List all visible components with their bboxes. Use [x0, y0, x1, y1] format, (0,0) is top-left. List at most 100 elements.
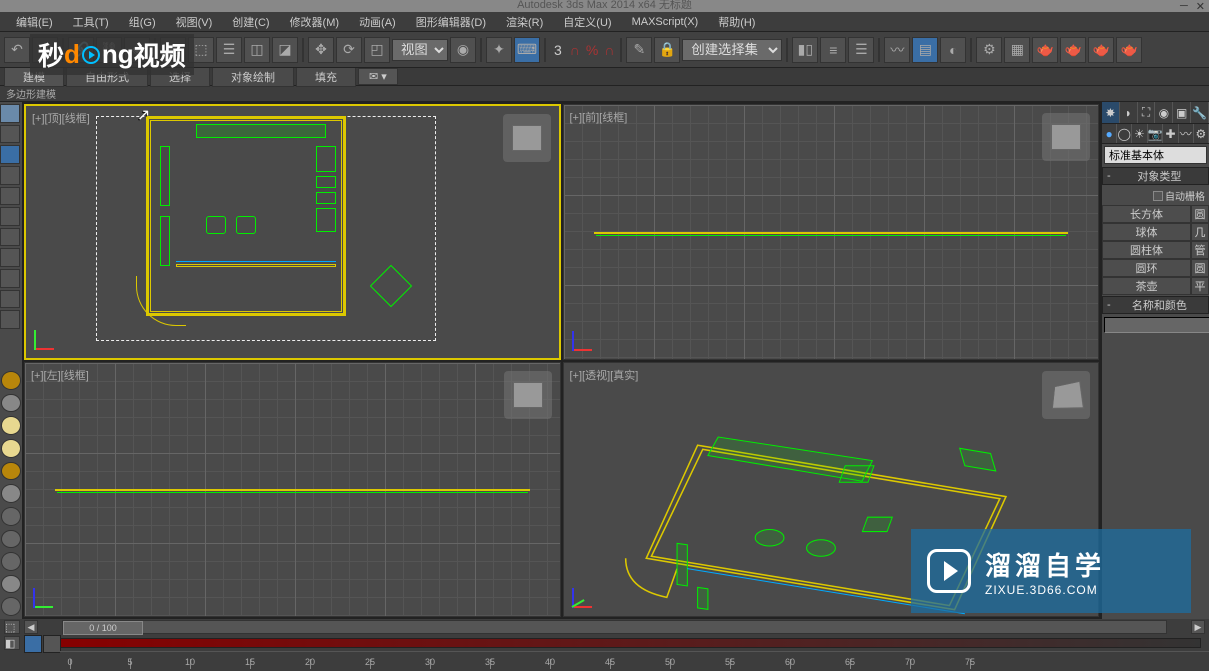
tool-pyramid-icon[interactable]	[0, 269, 20, 288]
ref-coord-dropdown[interactable]: 视图	[392, 39, 448, 61]
tool-torus-icon[interactable]	[0, 207, 20, 226]
swatch-tan[interactable]	[1, 439, 21, 458]
lock-selection-button[interactable]: 🔒	[654, 37, 680, 63]
close-icon[interactable]: ✕	[1196, 0, 1205, 13]
menu-modifiers[interactable]: 修改器(M)	[282, 12, 348, 32]
tube-button[interactable]: 管	[1191, 241, 1209, 259]
select-name-button[interactable]: ☰	[216, 37, 242, 63]
snap-2d-icon[interactable]: 3	[554, 42, 562, 58]
menu-maxscript[interactable]: MAXScript(X)	[624, 14, 707, 30]
tab-object-paint[interactable]: 对象绘制	[212, 67, 294, 87]
swatch-silver[interactable]	[1, 484, 21, 503]
mirror-button[interactable]: ▮▯	[792, 37, 818, 63]
key-mode-button[interactable]: ◧	[4, 636, 20, 650]
viewport-top[interactable]: [+][顶][线框]	[24, 104, 561, 360]
angle-snap-icon[interactable]: ∩	[570, 42, 580, 58]
viewcube-icon[interactable]	[503, 114, 551, 162]
tool-brush-icon[interactable]	[0, 104, 20, 123]
viewport-top-label[interactable]: [+][顶][线框]	[32, 110, 90, 126]
select-move-button[interactable]: ✥	[308, 37, 334, 63]
geometry-cat-icon[interactable]: ●	[1102, 124, 1117, 143]
tab-dropdown[interactable]: ✉ ▾	[358, 68, 398, 85]
tool-sphere-icon[interactable]	[0, 166, 20, 185]
scroll-left-icon[interactable]: ◀	[24, 620, 38, 634]
spacewarps-cat-icon[interactable]: 〰	[1179, 124, 1194, 143]
swatch-gold[interactable]	[1, 371, 21, 390]
category-dropdown[interactable]: 标准基本体	[1104, 146, 1207, 164]
viewcube-icon[interactable]	[504, 371, 552, 419]
menu-edit[interactable]: 编辑(E)	[8, 12, 61, 32]
time-slider-thumb[interactable]: 0 / 100	[63, 621, 143, 635]
sphere-button[interactable]: 球体	[1102, 223, 1191, 241]
swatch-end[interactable]	[1, 597, 21, 616]
tool-geo-icon[interactable]	[0, 248, 20, 267]
render-setup-button[interactable]: ⚙	[976, 37, 1002, 63]
viewport-left[interactable]: [+][左][线框]	[24, 362, 561, 618]
swatch-dark2[interactable]	[1, 530, 21, 549]
trackbar[interactable]	[48, 638, 1201, 648]
select-rotate-button[interactable]: ⟳	[336, 37, 362, 63]
tool-plane-icon[interactable]	[0, 145, 20, 164]
menu-customize[interactable]: 自定义(U)	[555, 12, 619, 32]
helpers-cat-icon[interactable]: ✚	[1163, 124, 1178, 143]
viewcube-icon[interactable]	[1042, 113, 1090, 161]
tool-cylinder-icon[interactable]	[0, 187, 20, 206]
tool-cone-icon[interactable]	[0, 228, 20, 247]
select-scale-button[interactable]: ◰	[364, 37, 390, 63]
render-last-button[interactable]: 🫖	[1116, 37, 1142, 63]
scroll-right-icon[interactable]: ▶	[1191, 620, 1205, 634]
set-key-filter-button[interactable]: ⬚	[4, 620, 20, 634]
mini-listener-button-2[interactable]	[43, 635, 61, 653]
select-region-button[interactable]: ◫	[244, 37, 270, 63]
time-slider[interactable]: 0 / 100	[62, 620, 1167, 634]
swatch-ochre[interactable]	[1, 462, 21, 481]
window-crossing-button[interactable]: ◪	[272, 37, 298, 63]
torus-button[interactable]: 圆环	[1102, 259, 1191, 277]
viewport-front-label[interactable]: [+][前][线框]	[570, 109, 628, 125]
menu-create[interactable]: 创建(C)	[224, 12, 277, 32]
object-name-input[interactable]	[1104, 317, 1209, 333]
rendered-frame-button[interactable]: ▦	[1004, 37, 1030, 63]
tool-tube-icon[interactable]	[0, 290, 20, 309]
percent-snap-icon[interactable]: %	[586, 42, 598, 58]
systems-cat-icon[interactable]: ⚙	[1194, 124, 1209, 143]
menu-view[interactable]: 视图(V)	[168, 12, 221, 32]
menu-help[interactable]: 帮助(H)	[710, 12, 763, 32]
motion-tab-icon[interactable]: ◉	[1155, 102, 1173, 123]
auto-grid-checkbox[interactable]: 自动栅格	[1102, 186, 1209, 205]
edit-selection-button[interactable]: ✎	[626, 37, 652, 63]
hierarchy-tab-icon[interactable]: ⛶	[1138, 102, 1156, 123]
swatch-dark3[interactable]	[1, 552, 21, 571]
shapes-cat-icon[interactable]: ◯	[1117, 124, 1132, 143]
object-type-rollout[interactable]: -对象类型	[1102, 167, 1209, 185]
box-button[interactable]: 长方体	[1102, 205, 1191, 223]
time-ruler[interactable]: 051015202530354045505560657075	[60, 651, 1209, 669]
viewport-front[interactable]: [+][前][线框]	[563, 104, 1100, 360]
use-center-button[interactable]: ◉	[450, 37, 476, 63]
menu-rendering[interactable]: 渲染(R)	[498, 12, 551, 32]
geosphere-button[interactable]: 几	[1191, 223, 1209, 241]
align-button[interactable]: ≡	[820, 37, 846, 63]
swatch-grey[interactable]	[1, 394, 21, 413]
display-tab-icon[interactable]: ▣	[1173, 102, 1191, 123]
cameras-cat-icon[interactable]: 📷	[1148, 124, 1164, 143]
viewport-left-label[interactable]: [+][左][线框]	[31, 367, 89, 383]
curve-editor-button[interactable]: 〰	[884, 37, 910, 63]
tool-box-icon[interactable]	[0, 125, 20, 144]
plane-button[interactable]: 平	[1191, 277, 1209, 295]
teapot-button[interactable]: 茶壶	[1102, 277, 1191, 295]
menu-animation[interactable]: 动画(A)	[351, 12, 404, 32]
menu-tools[interactable]: 工具(T)	[65, 12, 117, 32]
tool-teapot-icon[interactable]	[0, 310, 20, 329]
schematic-view-button[interactable]: ▤	[912, 37, 938, 63]
material-editor-button[interactable]: ◐	[940, 37, 966, 63]
mini-listener-button[interactable]	[24, 635, 42, 653]
spinner-snap-icon[interactable]: ∩	[604, 42, 614, 58]
name-color-rollout[interactable]: -名称和颜色	[1102, 296, 1209, 314]
viewport-persp-label[interactable]: [+][透视][真实]	[570, 367, 639, 383]
pyramid-button[interactable]: 圆	[1191, 259, 1209, 277]
select-manipulate-button[interactable]: ✦	[486, 37, 512, 63]
modify-tab-icon[interactable]: ◗	[1120, 102, 1138, 123]
cone-button[interactable]: 圆	[1191, 205, 1209, 223]
render-activeshade-button[interactable]: 🫖	[1088, 37, 1114, 63]
